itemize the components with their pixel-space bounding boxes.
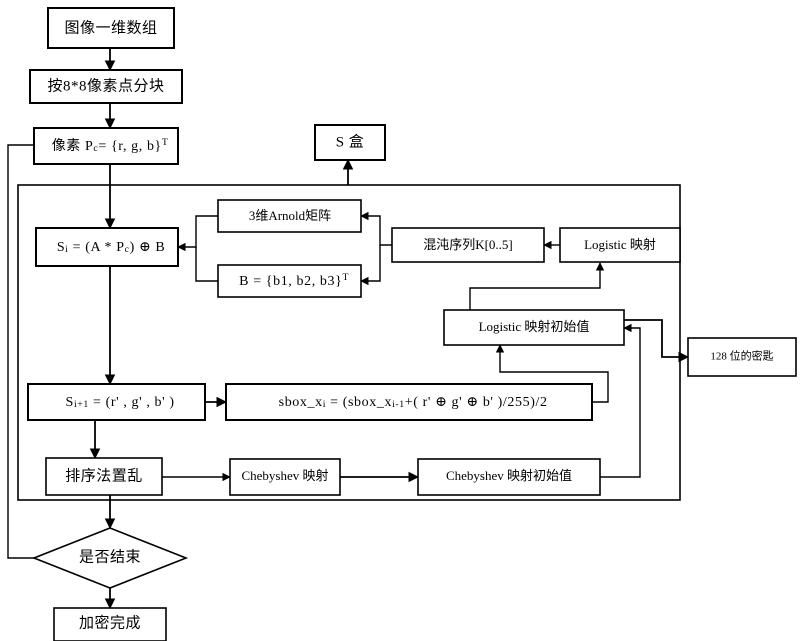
node-sbox: S 盒 [314,124,386,161]
node-chebyshev-init: Chebyshev 映射初始值 [417,458,601,496]
node-si1-formula: Si+1 = (r' , g' , b' ) [27,383,206,421]
node-is-end: 是否结束 [31,527,189,589]
flowchart-canvas: 图像一维数组 按8*8像素点分块 像素 Pc= {r, g, b}T S 盒 3… [0,0,800,641]
node-logistic-init: Logistic 映射初始值 [443,309,625,346]
edge-logistic-init-to-key [624,319,690,363]
node-chaos-sequence-label: 混沌序列K[0..5] [423,237,513,252]
node-image-array: 图像一维数组 [47,7,175,49]
node-si-formula: Si = (A * Pc) ⊕ B [20,227,194,267]
node-sbox-formula-label: sbox_xi = (sbox_xi-1+( r' ⊕ g' ⊕ b' )/25… [242,395,577,410]
node-chebyshev-map: Chebyshev 映射 [229,458,341,496]
node-si1-formula-label: Si+1 = (r' , g' , b' ) [29,395,204,410]
node-pixel: 像素 Pc= {r, g, b}T [15,127,197,165]
node-sbox-formula: sbox_xi = (sbox_xi-1+( r' ⊕ g' ⊕ b' )/25… [225,383,593,421]
node-logistic-map: Logistic 映射 [559,227,681,263]
node-arnold-label: 3维Arnold矩阵 [249,208,331,223]
node-encrypt-done-label: 加密完成 [79,614,141,631]
node-bvector: B = {b1, b2, b3}T [202,264,377,298]
node-sort-scramble-label: 排序法置乱 [65,467,143,484]
flowchart-svg: 图像一维数组 按8*8像素点分块 像素 Pc= {r, g, b}T S 盒 3… [7,7,797,641]
node-sort-scramble: 排序法置乱 [45,457,163,496]
node-sbox-label: S 盒 [336,133,365,150]
node-chebyshev-map-label: Chebyshev 映射 [241,468,328,483]
node-arnold: 3维Arnold矩阵 [217,199,362,233]
node-pixel-label: 像素 Pc= {r, g, b}T [15,137,197,154]
node-is-end-label: 是否结束 [79,548,141,565]
edge-logistic-init-to-logistic-map [469,262,605,310]
node-block-split: 按8*8像素点分块 [29,69,183,104]
node-bvector-label: B = {b1, b2, b3}T [202,272,377,289]
node-block-split-label: 按8*8像素点分块 [47,77,164,94]
node-chaos-sequence: 混沌序列K[0..5] [391,227,545,263]
node-image-array-label: 图像一维数组 [64,19,157,36]
node-encrypt-done: 加密完成 [53,607,167,641]
node-si-formula-label: Si = (A * Pc) ⊕ B [20,240,194,255]
node-logistic-map-label: Logistic 映射 [584,237,656,252]
edge-chaos-to-arnold [360,211,392,246]
node-logistic-init-label: Logistic 映射初始值 [479,319,590,334]
node-key-128-label: 128 位的密匙 [710,349,773,363]
node-key-128: 128 位的密匙 [687,337,797,377]
node-chebyshev-init-label: Chebyshev 映射初始值 [446,468,572,483]
